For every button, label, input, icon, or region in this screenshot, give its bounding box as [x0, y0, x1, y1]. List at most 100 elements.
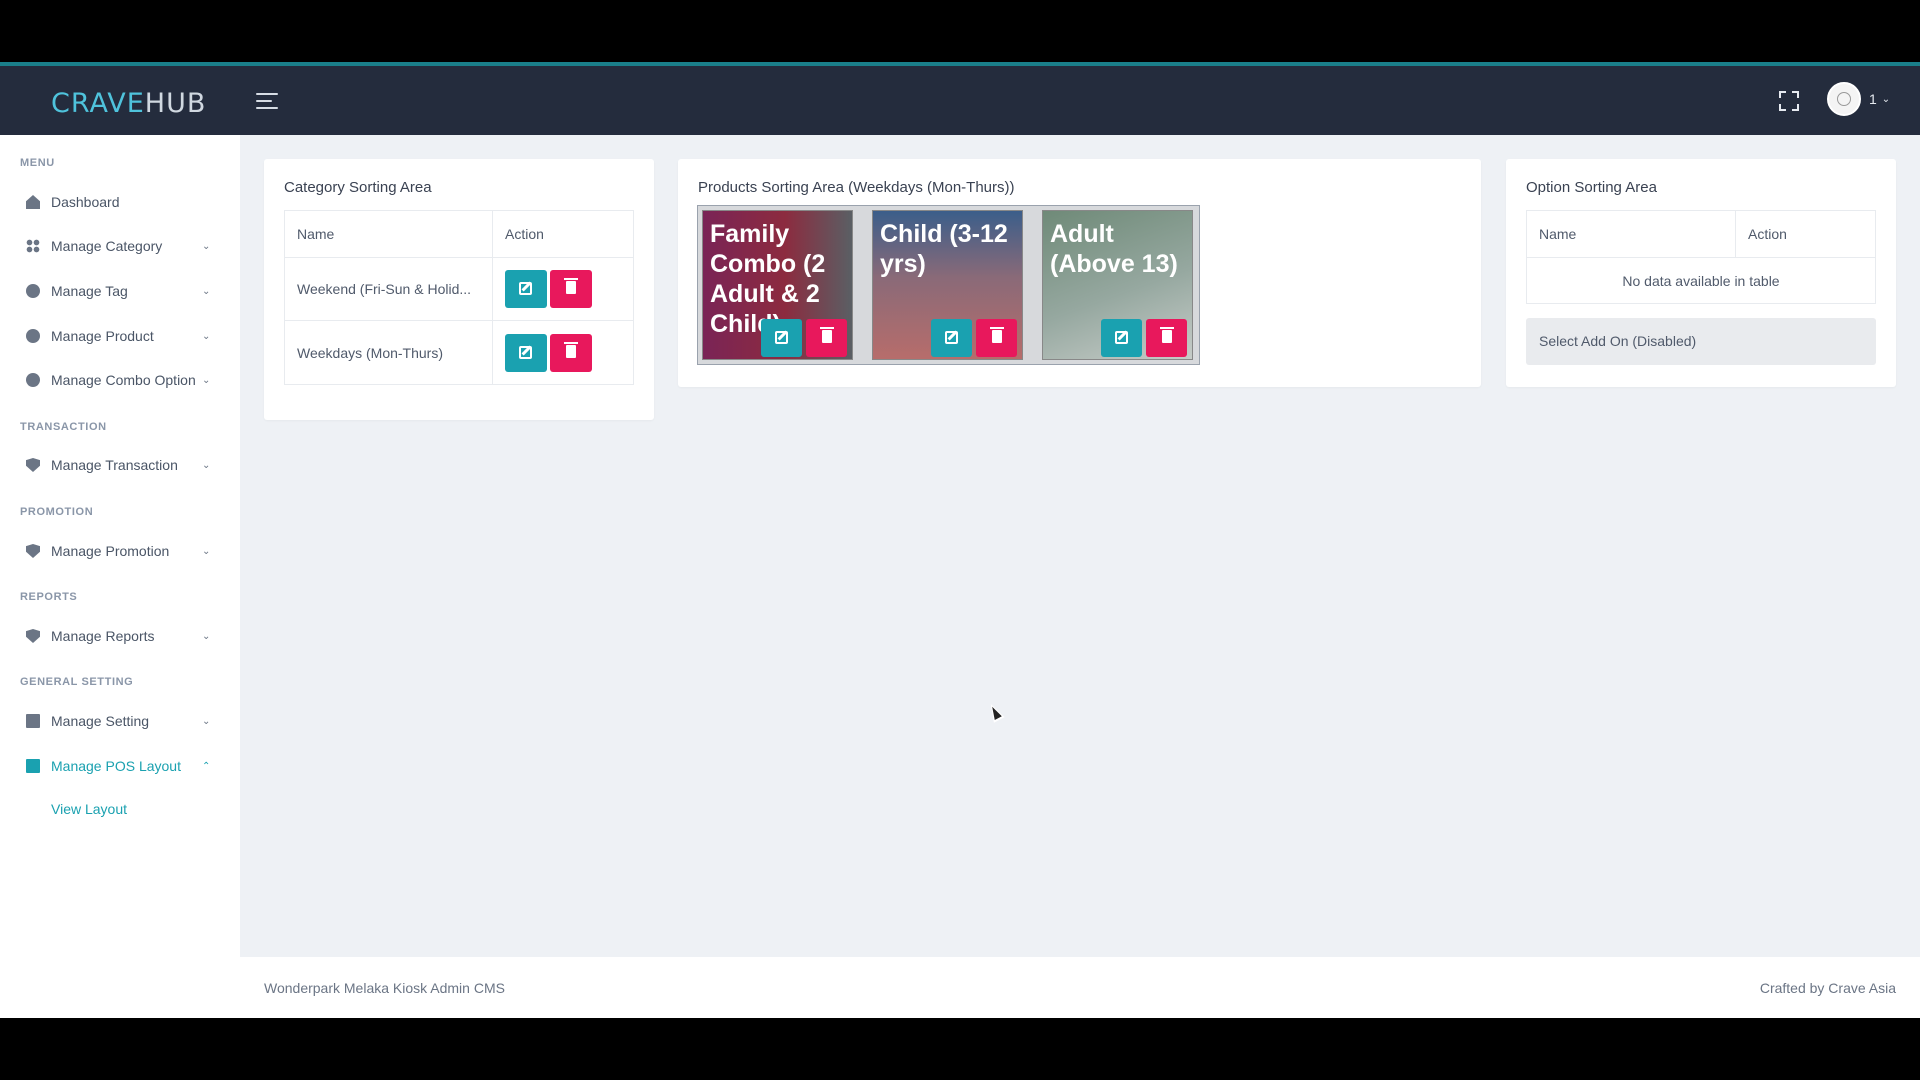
delete-button[interactable]: [976, 319, 1017, 357]
user-name: 1: [1869, 91, 1877, 107]
sidebar-item-dashboard[interactable]: Dashboard: [0, 184, 240, 220]
edit-icon: [519, 345, 532, 359]
footer: Wonderpark Melaka Kiosk Admin CMS Crafte…: [240, 957, 1920, 1018]
sidebar-heading-general-setting: GENERAL SETTING: [20, 676, 134, 688]
select-add-on-disabled: Select Add On (Disabled): [1526, 318, 1876, 365]
sidebar-item-label: Manage Product: [51, 328, 154, 344]
building-icon: [26, 759, 40, 773]
sidebar-item-label: Manage Combo Option: [51, 372, 196, 388]
edit-icon: [775, 331, 788, 344]
shield-icon: [26, 629, 40, 643]
circle-icon: [26, 373, 40, 387]
category-name-cell: Weekdays (Mon-Thurs): [284, 320, 493, 385]
user-menu[interactable]: 1 ⌄: [1827, 82, 1890, 116]
sidebar-item-manage-combo-option[interactable]: Manage Combo Option ⌄: [0, 362, 240, 398]
option-sorting-card: Option Sorting Area Name Action No data …: [1506, 159, 1896, 387]
products-sortable-area: Family Combo (2 Adult & 2 Child) Child (…: [697, 205, 1200, 365]
delete-button[interactable]: [1146, 319, 1187, 357]
edit-icon: [1115, 331, 1128, 344]
sidebar: MENU Dashboard Manage Category ⌄ Manage …: [0, 135, 240, 1018]
table-row: No data available in table: [1526, 257, 1876, 304]
action-cell: [492, 257, 634, 321]
edit-button[interactable]: [761, 319, 802, 357]
sidebar-heading-menu: MENU: [20, 157, 55, 169]
card-title: Option Sorting Area: [1526, 179, 1657, 196]
delete-button[interactable]: [806, 319, 847, 357]
mouse-cursor-icon: [985, 701, 1005, 723]
sidebar-heading-reports: REPORTS: [20, 591, 78, 603]
sidebar-item-label: Manage POS Layout: [51, 758, 181, 774]
product-tile[interactable]: Family Combo (2 Adult & 2 Child): [702, 210, 853, 360]
edit-button[interactable]: [505, 270, 547, 308]
chevron-down-icon: ⌄: [202, 330, 211, 342]
grid-icon: [26, 239, 40, 253]
sidebar-item-manage-setting[interactable]: Manage Setting ⌄: [0, 703, 240, 739]
sidebar-item-manage-pos-layout[interactable]: Manage POS Layout ⌃: [0, 748, 240, 784]
footer-right-text: Crafted by Crave Asia: [1759, 980, 1896, 996]
product-tile-actions: [931, 319, 1017, 357]
chevron-down-icon: ⌄: [202, 545, 211, 557]
column-header-name: Name: [1526, 210, 1736, 258]
card-title: Products Sorting Area (Weekdays (Mon-Thu…: [698, 179, 1015, 196]
sidebar-item-manage-tag[interactable]: Manage Tag ⌄: [0, 273, 240, 309]
edit-button[interactable]: [1101, 319, 1142, 357]
logo-text-crave: CRAVE: [51, 88, 145, 119]
fullscreen-icon[interactable]: [1779, 91, 1799, 111]
product-tile-actions: [761, 319, 847, 357]
trash-icon: [1160, 327, 1174, 343]
chevron-down-icon: ⌄: [202, 240, 211, 252]
circle-icon: [26, 284, 40, 298]
hamburger-menu-icon[interactable]: [256, 93, 278, 109]
sidebar-item-label: Manage Tag: [51, 283, 128, 299]
card-title: Category Sorting Area: [284, 179, 432, 196]
circle-icon: [26, 329, 40, 343]
option-table: Name Action No data available in table: [1526, 210, 1876, 304]
letterbox-top: [0, 0, 1920, 62]
product-tile[interactable]: Adult (Above 13): [1042, 210, 1193, 360]
table-header-row: Name Action: [1526, 210, 1876, 258]
sidebar-item-label: Manage Category: [51, 238, 163, 254]
logo-text-hub: HUB: [144, 88, 207, 119]
sidebar-item-manage-promotion[interactable]: Manage Promotion ⌄: [0, 533, 240, 569]
shield-icon: [26, 544, 40, 558]
footer-left-text: Wonderpark Melaka Kiosk Admin CMS: [264, 980, 505, 996]
category-sorting-card: Category Sorting Area Name Action Weeken…: [264, 159, 654, 420]
sidebar-item-label: Manage Reports: [51, 628, 155, 644]
category-table: Name Action Weekend (Fri-Sun & Holid... …: [284, 210, 634, 385]
edit-button[interactable]: [931, 319, 972, 357]
chevron-up-icon: ⌃: [202, 760, 211, 772]
chevron-down-icon: ⌄: [202, 459, 211, 471]
chevron-down-icon: ⌄: [202, 374, 211, 386]
sidebar-heading-transaction: TRANSACTION: [20, 421, 107, 433]
avatar: [1827, 82, 1861, 116]
chevron-down-icon: ⌄: [202, 285, 211, 297]
letterbox-bottom: [0, 1018, 1920, 1080]
sidebar-item-manage-reports[interactable]: Manage Reports ⌄: [0, 618, 240, 654]
chevron-down-icon: ⌄: [202, 715, 211, 727]
sidebar-item-manage-category[interactable]: Manage Category ⌄: [0, 228, 240, 264]
trash-icon: [564, 278, 578, 294]
column-header-action: Action: [1735, 210, 1876, 258]
sidebar-subitem-view-layout[interactable]: View Layout: [51, 801, 127, 817]
sidebar-item-label: Manage Promotion: [51, 543, 170, 559]
trash-icon: [820, 327, 834, 343]
product-tile[interactable]: Child (3-12 yrs): [872, 210, 1023, 360]
sidebar-item-manage-transaction[interactable]: Manage Transaction ⌄: [0, 447, 240, 483]
table-header-row: Name Action: [284, 210, 634, 258]
action-cell: [492, 320, 634, 385]
column-header-name: Name: [284, 210, 493, 258]
home-icon: [26, 195, 40, 209]
trash-icon: [990, 327, 1004, 343]
delete-button[interactable]: [550, 270, 592, 308]
edit-button[interactable]: [505, 333, 547, 372]
app-window: CRAVEHUB 1 ⌄ MENU Dashboard Manage Categ…: [0, 62, 1920, 1018]
edit-icon: [945, 331, 958, 344]
delete-button[interactable]: [550, 333, 592, 372]
category-name-cell: Weekend (Fri-Sun & Holid...: [284, 257, 493, 321]
building-icon: [26, 714, 40, 728]
sidebar-item-manage-product[interactable]: Manage Product ⌄: [0, 318, 240, 354]
crave-hub-logo[interactable]: CRAVEHUB: [51, 88, 206, 119]
column-header-action: Action: [492, 210, 634, 258]
table-row[interactable]: Weekdays (Mon-Thurs): [284, 320, 634, 385]
table-row[interactable]: Weekend (Fri-Sun & Holid...: [284, 257, 634, 321]
